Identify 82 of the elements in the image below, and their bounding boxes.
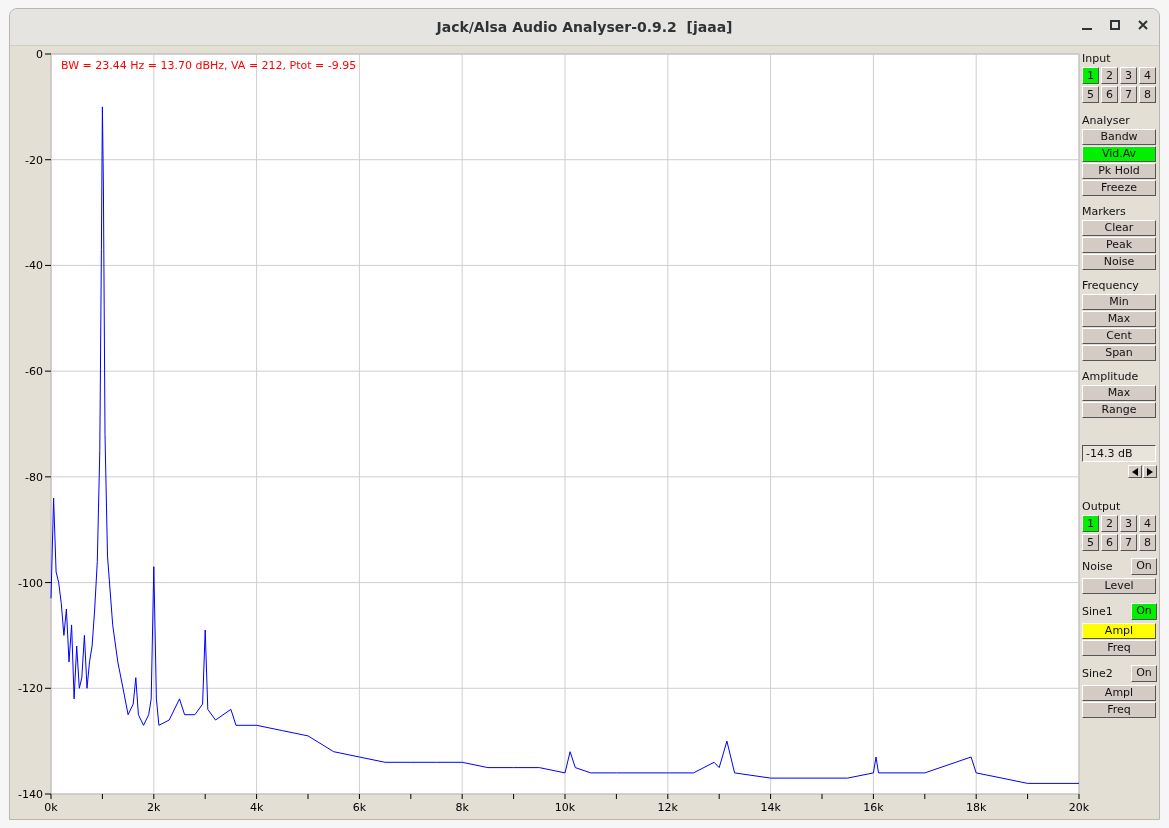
left-arrow-button[interactable] [1128, 465, 1142, 478]
channel-button[interactable]: 2 [1101, 515, 1118, 532]
right-triangle-icon [1147, 467, 1153, 476]
channel-button[interactable]: 5 [1082, 86, 1099, 103]
y-tick [44, 53, 52, 55]
y-tick-label: 0 [36, 48, 43, 61]
left-triangle-icon [1132, 467, 1138, 476]
channel-button[interactable]: 3 [1120, 515, 1137, 532]
panel-button[interactable]: Freq [1082, 640, 1156, 656]
section-label: Analyser [1082, 113, 1131, 129]
section-label: Amplitude [1082, 369, 1140, 385]
window-title: Jack/Alsa Audio Analyser-0.9.2 [jaaa] [436, 19, 733, 35]
x-tick-label: 4k [249, 801, 264, 814]
x-tick-label: 2k [147, 801, 161, 814]
channel-button[interactable]: 5 [1082, 534, 1099, 551]
x-tick-label: 10k [554, 801, 576, 814]
panel-button[interactable]: Pk Hold [1082, 163, 1156, 179]
y-tick-label: -120 [18, 682, 43, 696]
channel-button[interactable]: 4 [1139, 515, 1156, 532]
channel-button[interactable]: 6 [1101, 534, 1118, 551]
panel-button[interactable]: Min [1082, 294, 1156, 310]
x-tick-label: 18k [966, 801, 987, 814]
channel-button[interactable]: 7 [1120, 534, 1137, 551]
x-tick-label: 6k [352, 801, 367, 814]
y-tick [44, 687, 52, 689]
y-tick-label: -20 [25, 153, 43, 167]
panel-button[interactable]: Ampl [1082, 685, 1156, 701]
channel-button[interactable]: 8 [1139, 534, 1156, 551]
y-tick-label: -40 [25, 259, 43, 273]
x-tick-label: 20k [1068, 801, 1090, 814]
right-arrow-button[interactable] [1143, 465, 1157, 478]
channel-button[interactable]: 4 [1139, 67, 1156, 84]
section-label: Sine1 [1082, 604, 1113, 618]
panel-button[interactable]: Span [1082, 345, 1156, 361]
panel-button[interactable]: Freq [1082, 702, 1156, 718]
on-button[interactable]: On [1131, 602, 1157, 620]
y-tick [44, 582, 52, 584]
panel-button[interactable]: Ampl [1082, 623, 1156, 639]
channel-button[interactable]: 7 [1120, 86, 1137, 103]
panel-button[interactable]: Vid.Av [1082, 146, 1156, 162]
panel-button[interactable]: Bandw [1082, 129, 1156, 145]
panel-button[interactable]: Noise [1082, 254, 1156, 270]
panel-button[interactable]: Clear [1082, 220, 1156, 236]
panel-button[interactable]: Level [1082, 578, 1156, 594]
x-tick-label: 0k [44, 801, 58, 814]
y-tick-label: -140 [18, 788, 43, 801]
value-field[interactable]: -14.3 dB [1082, 445, 1156, 462]
y-tick [44, 370, 52, 372]
maximize-icon[interactable] [1109, 19, 1121, 31]
y-tick-label: -80 [25, 470, 43, 484]
y-tick-label: -100 [18, 576, 43, 590]
section-label: Markers [1082, 204, 1127, 220]
y-tick [44, 159, 52, 161]
on-button[interactable]: On [1131, 557, 1157, 575]
panel-button[interactable]: Max [1082, 311, 1156, 327]
section-label: Input [1082, 51, 1112, 67]
y-tick [44, 793, 52, 795]
x-tick-label: 12k [657, 801, 678, 814]
channel-button[interactable]: 3 [1120, 67, 1137, 84]
readout-text: BW = 23.44 Hz = 13.70 dBHz, VA = 212, Ptot = -9.95 [61, 59, 357, 72]
x-tick-label: 14k [760, 801, 781, 814]
panel-button[interactable]: Freeze [1082, 180, 1156, 196]
channel-button[interactable]: 1 [1082, 515, 1099, 532]
x-tick-label: 8k [455, 801, 469, 814]
channel-button[interactable]: 2 [1101, 67, 1118, 84]
y-tick-label: -60 [25, 365, 43, 379]
panel-button[interactable]: Cent [1082, 328, 1156, 344]
section-label: Sine2 [1082, 666, 1113, 680]
x-tick-label: 16k [863, 801, 884, 814]
panel-button[interactable]: Peak [1082, 237, 1156, 253]
panel-button[interactable]: Range [1082, 402, 1156, 418]
y-tick [44, 264, 52, 266]
panel-button[interactable]: Max [1082, 385, 1156, 401]
section-label: Output [1082, 499, 1122, 515]
close-icon[interactable] [1137, 19, 1149, 31]
channel-button[interactable]: 8 [1139, 86, 1156, 103]
channel-button[interactable]: 1 [1082, 67, 1099, 84]
channel-button[interactable]: 6 [1101, 86, 1118, 103]
on-button[interactable]: On [1131, 664, 1157, 682]
section-label: Noise [1082, 559, 1113, 573]
section-label: Frequency [1082, 278, 1140, 294]
y-tick [44, 476, 52, 478]
